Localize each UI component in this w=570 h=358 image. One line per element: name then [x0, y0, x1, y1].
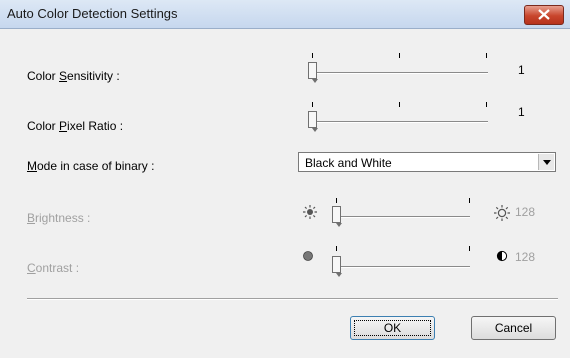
half-circle-icon: [496, 250, 508, 262]
slider-tick: [469, 246, 470, 251]
slider-tick: [469, 198, 470, 203]
slider-thumb[interactable]: [332, 206, 342, 227]
slider-tick: [336, 246, 337, 251]
contrast-label: Contrast :: [27, 261, 80, 275]
slider-track: [312, 121, 488, 123]
slider-tick: [312, 53, 313, 58]
cancel-button-label: Cancel: [494, 321, 533, 335]
color-sensitivity-value: 1: [518, 63, 525, 77]
window-title: Auto Color Detection Settings: [7, 6, 178, 21]
slider-tick: [312, 102, 313, 107]
slider-thumb[interactable]: [308, 111, 318, 132]
slider-tick: [486, 53, 487, 58]
brightness-value: 128: [515, 205, 536, 219]
slider-track: [312, 72, 488, 74]
close-button[interactable]: [524, 5, 564, 25]
slider-track: [336, 216, 470, 218]
slider-tick: [336, 198, 337, 203]
slider-thumb[interactable]: [308, 62, 318, 83]
focus-rectangle: [354, 320, 431, 336]
close-icon: [538, 9, 550, 20]
slider-track: [336, 266, 470, 268]
circle-filled-icon: [303, 251, 313, 261]
slider-thumb[interactable]: [332, 256, 342, 277]
binary-mode-selected: Black and White: [305, 156, 392, 170]
slider-tick: [399, 53, 400, 58]
sun-small-icon: [303, 205, 317, 219]
brightness-label: Brightness :: [27, 211, 91, 225]
slider-tick: [486, 102, 487, 107]
separator: [27, 298, 558, 300]
title-bar: Auto Color Detection Settings: [0, 0, 570, 29]
binary-mode-select[interactable]: Black and White: [298, 152, 556, 172]
ok-button[interactable]: OK: [350, 316, 435, 340]
color-sensitivity-label: Color Sensitivity :: [27, 69, 120, 83]
color-pixel-ratio-value: 1: [518, 105, 525, 119]
chevron-down-icon[interactable]: [538, 154, 554, 170]
cancel-button[interactable]: Cancel: [471, 316, 556, 340]
sun-large-icon: [494, 205, 510, 221]
contrast-value: 128: [515, 250, 536, 264]
slider-tick: [399, 102, 400, 107]
color-pixel-ratio-label: Color Pixel Ratio :: [27, 119, 124, 133]
binary-mode-label: Mode in case of binary :: [27, 159, 155, 173]
